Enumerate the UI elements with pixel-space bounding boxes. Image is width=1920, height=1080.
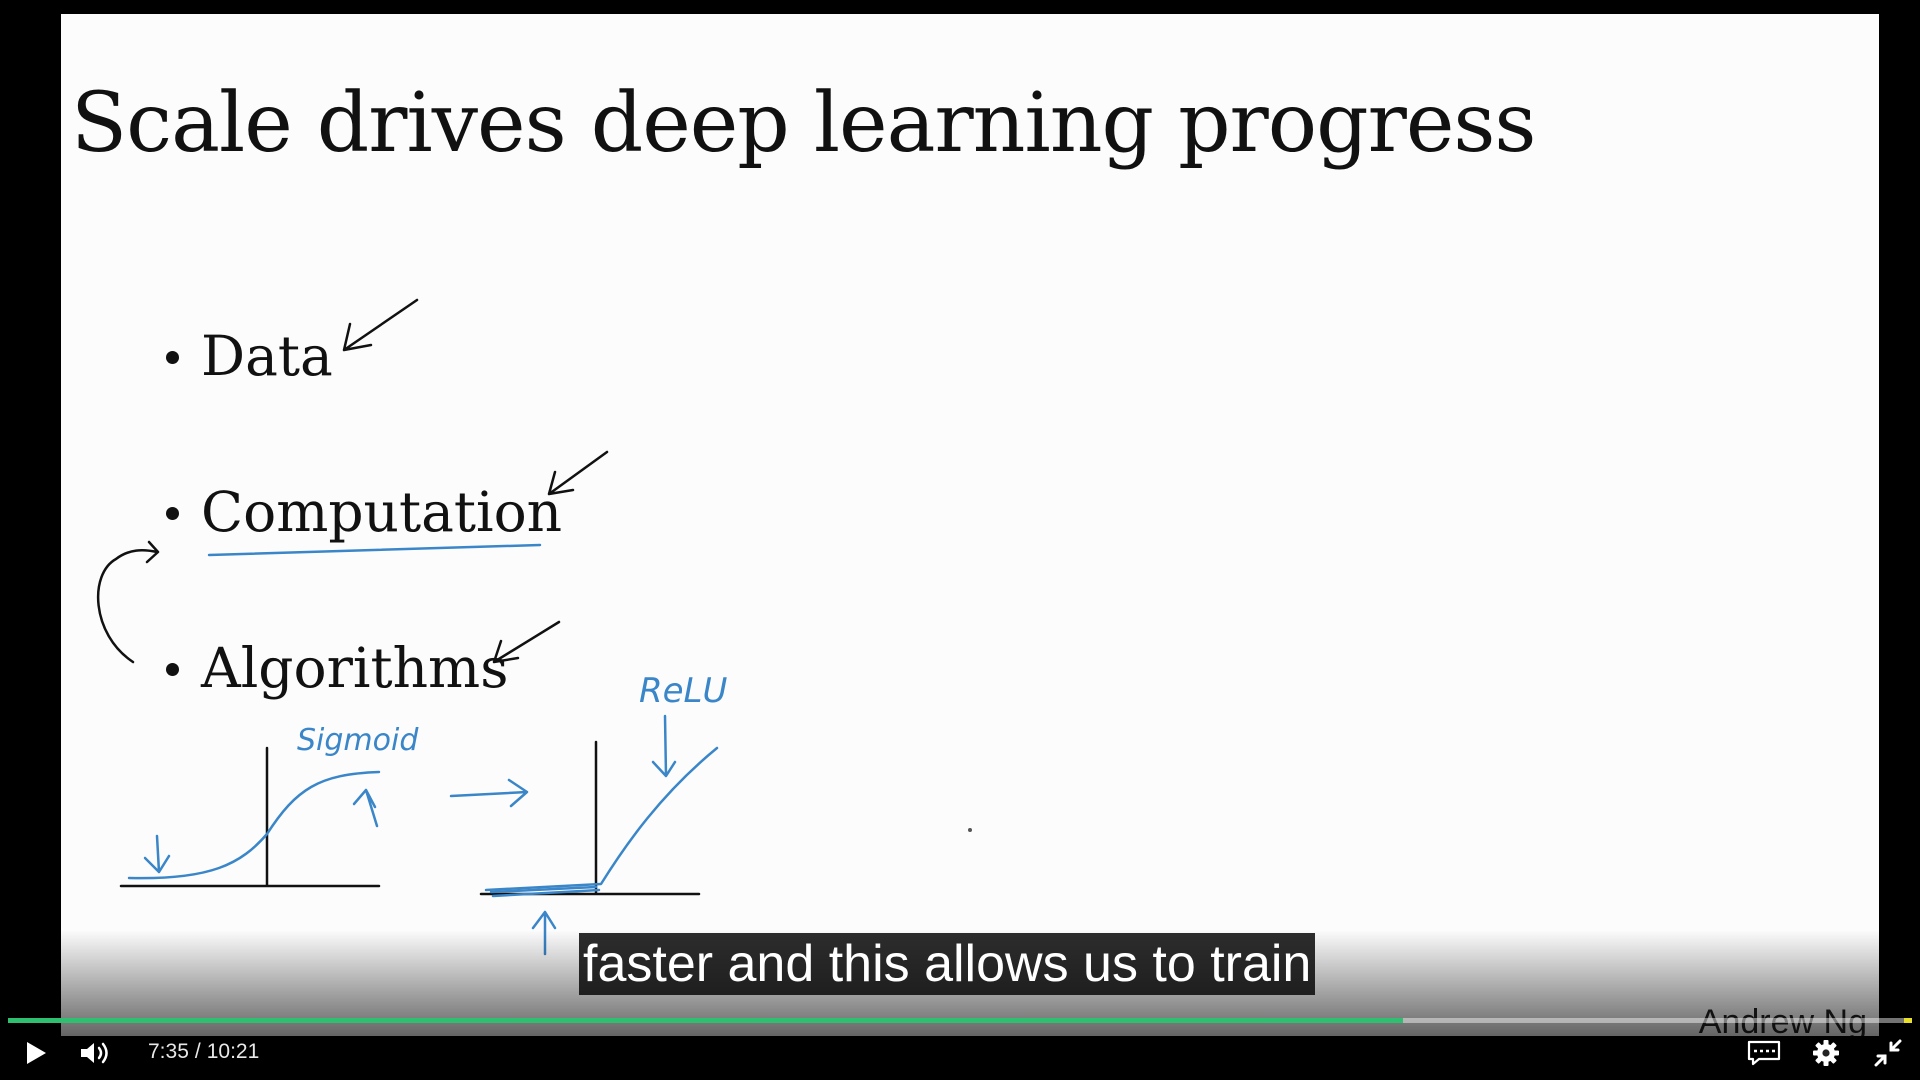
captions-button[interactable] (1742, 1030, 1786, 1076)
play-button[interactable] (16, 1030, 56, 1076)
progress-bar[interactable] (8, 1018, 1912, 1023)
progress-end-marker (1904, 1018, 1912, 1023)
transition-arrow (449, 778, 529, 808)
arrow-to-algorithms (492, 620, 561, 664)
exit-fullscreen-icon (1874, 1039, 1902, 1067)
handwritten-annotations: Sigmoid ReLU (96, 298, 972, 956)
lecture-slide: Scale drives deep learning progress Data… (61, 14, 1879, 1036)
duration: 10:21 (206, 1040, 260, 1063)
arrow-to-data (342, 298, 419, 352)
time-display: 7:35/10:21 (148, 1040, 265, 1064)
sigmoid-high-arrow (352, 788, 379, 828)
play-icon (27, 1042, 46, 1064)
exit-fullscreen-button[interactable] (1868, 1030, 1908, 1076)
settings-icon (1813, 1040, 1839, 1066)
ink-dot (968, 828, 972, 832)
time-separator: / (194, 1040, 201, 1063)
progress-played (8, 1018, 1404, 1023)
captions-icon (1747, 1040, 1781, 1066)
relu-label: ReLU (639, 671, 727, 711)
volume-icon (81, 1042, 108, 1064)
arrow-to-computation (547, 450, 609, 496)
current-time: 7:35 (148, 1040, 189, 1063)
subtitle-caption: faster and this allows us to train (579, 933, 1316, 995)
cycle-arrow (96, 540, 160, 664)
relu-up-arrow (531, 910, 557, 956)
sigmoid-low-arrow (143, 834, 171, 874)
volume-button[interactable] (74, 1030, 118, 1076)
relu-down-arrow (651, 714, 677, 778)
settings-button[interactable] (1806, 1030, 1846, 1076)
relu-curve (484, 746, 719, 892)
player-controls (0, 1030, 1920, 1076)
computation-underline (207, 543, 542, 557)
sigmoid-label: Sigmoid (297, 723, 419, 758)
